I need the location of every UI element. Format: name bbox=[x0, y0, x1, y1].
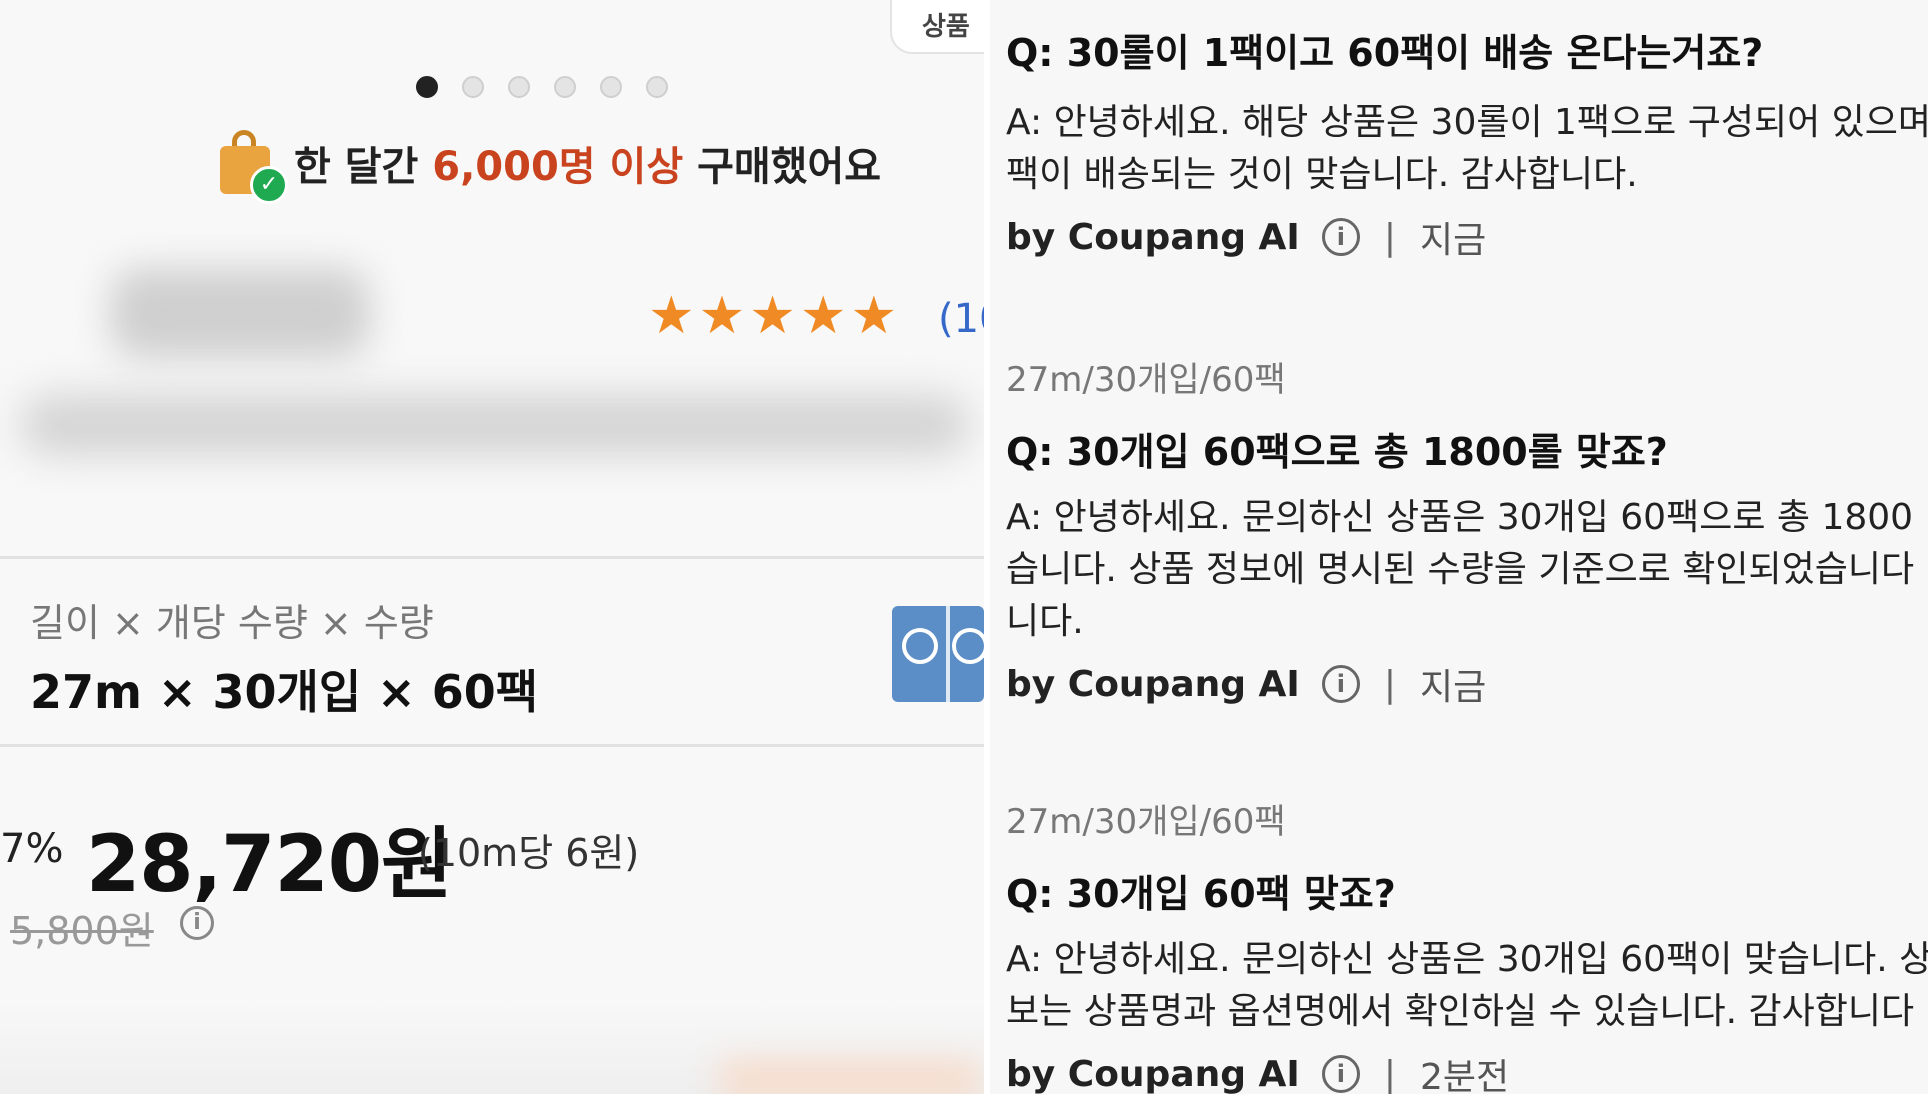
attribution-brand: by Coupang AI bbox=[1006, 1053, 1300, 1094]
qa-item: 27m/30개입/60팩 Q: 30개입 60팩 맞죠? A: 안녕하세요. 문… bbox=[1006, 794, 1928, 1094]
carousel-dot[interactable] bbox=[508, 76, 530, 98]
info-icon[interactable]: i bbox=[1321, 1055, 1360, 1093]
carousel-dot[interactable] bbox=[554, 76, 576, 98]
answer-text: A: 안녕하세요. 문의하신 상품은 30개입 60팩으로 총 1800 습니다… bbox=[1006, 492, 1914, 648]
answer-line: 니다. bbox=[1006, 601, 1084, 642]
divider bbox=[0, 556, 984, 559]
answer-line: A: 안녕하세요. 문의하신 상품은 30개입 60팩이 맞습니다. 상 bbox=[1006, 939, 1928, 980]
separator: | bbox=[1383, 216, 1396, 258]
question-text: Q: 30개입 60팩으로 총 1800롤 맞죠? bbox=[1006, 430, 1668, 474]
product-tab-label: 상품 bbox=[922, 12, 970, 42]
purchase-prefix: 한 달간 bbox=[294, 144, 419, 190]
product-panel: 상품 ✓ 한 달간 6,000명 이상 구매했어요 ★ ★ ★ ★ ★ (10 … bbox=[0, 0, 990, 1094]
qa-item: Q: 30롤이 1팩이고 60팩이 배송 온다는거죠? A: 안녕하세요. 해당… bbox=[1006, 22, 1928, 263]
answer-time: 지금 bbox=[1419, 220, 1487, 261]
star-icon: ★ bbox=[648, 286, 695, 346]
option-label: 길이 × 개당 수량 × 수량 bbox=[30, 601, 434, 645]
unit-price: (10m당 6원) bbox=[418, 831, 640, 875]
star-icon: ★ bbox=[749, 286, 796, 346]
shopping-bag-check-icon: ✓ bbox=[220, 130, 288, 204]
purchase-count-badge: ✓ 한 달간 6,000명 이상 구매했어요 bbox=[220, 130, 881, 204]
separator: | bbox=[1383, 1053, 1396, 1094]
info-icon[interactable]: i bbox=[1321, 665, 1360, 703]
answer-attribution: by Coupang AI i | 지금 bbox=[1006, 658, 1914, 710]
carousel-dot[interactable] bbox=[462, 76, 484, 98]
separator: | bbox=[1383, 663, 1396, 705]
qa-panel: Q: 30롤이 1팩이고 60팩이 배송 온다는거죠? A: 안녕하세요. 해당… bbox=[990, 0, 1928, 1094]
attribution-brand: by Coupang AI bbox=[1006, 663, 1300, 705]
answer-time: 2분전 bbox=[1419, 1057, 1510, 1094]
carousel-dot[interactable] bbox=[416, 76, 438, 98]
star-icon: ★ bbox=[799, 286, 847, 346]
info-icon[interactable]: i bbox=[1321, 218, 1360, 256]
question-text: Q: 30개입 60팩 맞죠? bbox=[1006, 872, 1396, 916]
carousel-dot[interactable] bbox=[646, 76, 668, 98]
info-icon[interactable]: i bbox=[180, 906, 214, 940]
purchase-suffix: 구매했어요 bbox=[697, 144, 882, 190]
purchase-count-text: 한 달간 6,000명 이상 구매했어요 bbox=[294, 134, 881, 192]
option-value[interactable]: 27m × 30개입 × 60팩 bbox=[30, 656, 538, 722]
answer-line: A: 안녕하세요. 해당 상품은 30롤이 1팩으로 구성되어 있으며 bbox=[1006, 102, 1928, 143]
product-tab[interactable]: 상품 bbox=[890, 0, 990, 54]
answer-text: A: 안녕하세요. 해당 상품은 30롤이 1팩으로 구성되어 있으며 팩이 배… bbox=[1006, 97, 1928, 201]
attribution-brand: by Coupang AI bbox=[1006, 216, 1300, 258]
cart-button-edge bbox=[720, 1060, 980, 1094]
answer-line: 보는 상품명과 옵션명에서 확인하실 수 있습니다. 감사합니다 bbox=[1006, 991, 1915, 1032]
answer-attribution: by Coupang AI i | 지금 bbox=[1006, 211, 1928, 263]
answer-line: A: 안녕하세요. 문의하신 상품은 30개입 60팩으로 총 1800 bbox=[1006, 497, 1914, 538]
image-carousel-dots bbox=[416, 76, 668, 98]
discount-rate: 7% bbox=[0, 826, 64, 872]
divider bbox=[0, 744, 984, 747]
rating-stars[interactable]: ★ ★ ★ ★ ★ bbox=[648, 290, 897, 342]
answer-text: A: 안녕하세요. 문의하신 상품은 30개입 60팩이 맞습니다. 상 보는 … bbox=[1006, 934, 1928, 1038]
purchase-count-highlight: 6,000명 이상 bbox=[432, 144, 684, 190]
question-text: Q: 30롤이 1팩이고 60팩이 배송 온다는거죠? bbox=[1006, 31, 1764, 75]
carousel-dot[interactable] bbox=[600, 76, 622, 98]
rating-count-link[interactable]: (10 bbox=[938, 296, 990, 342]
original-price: 5,800원 bbox=[10, 909, 154, 953]
answer-line: 팩이 배송되는 것이 맞습니다. 감사합니다. bbox=[1006, 154, 1638, 195]
answer-line: 습니다. 상품 정보에 명시된 수량을 기준으로 확인되었습니다 bbox=[1006, 549, 1915, 590]
sale-price: 28,720원 bbox=[86, 820, 453, 910]
star-icon: ★ bbox=[850, 286, 898, 346]
blurred-product-title bbox=[20, 395, 970, 455]
blurred-brand bbox=[110, 268, 370, 358]
product-thumbnail[interactable] bbox=[892, 606, 984, 702]
answer-time: 지금 bbox=[1419, 667, 1487, 708]
option-tag: 27m/30개입/60팩 bbox=[1006, 802, 1286, 842]
qa-item: 27m/30개입/60팩 Q: 30개입 60팩으로 총 1800롤 맞죠? A… bbox=[1006, 352, 1914, 710]
option-tag: 27m/30개입/60팩 bbox=[1006, 360, 1286, 400]
answer-attribution: by Coupang AI i | 2분전 bbox=[1006, 1048, 1928, 1094]
star-icon: ★ bbox=[698, 286, 746, 346]
